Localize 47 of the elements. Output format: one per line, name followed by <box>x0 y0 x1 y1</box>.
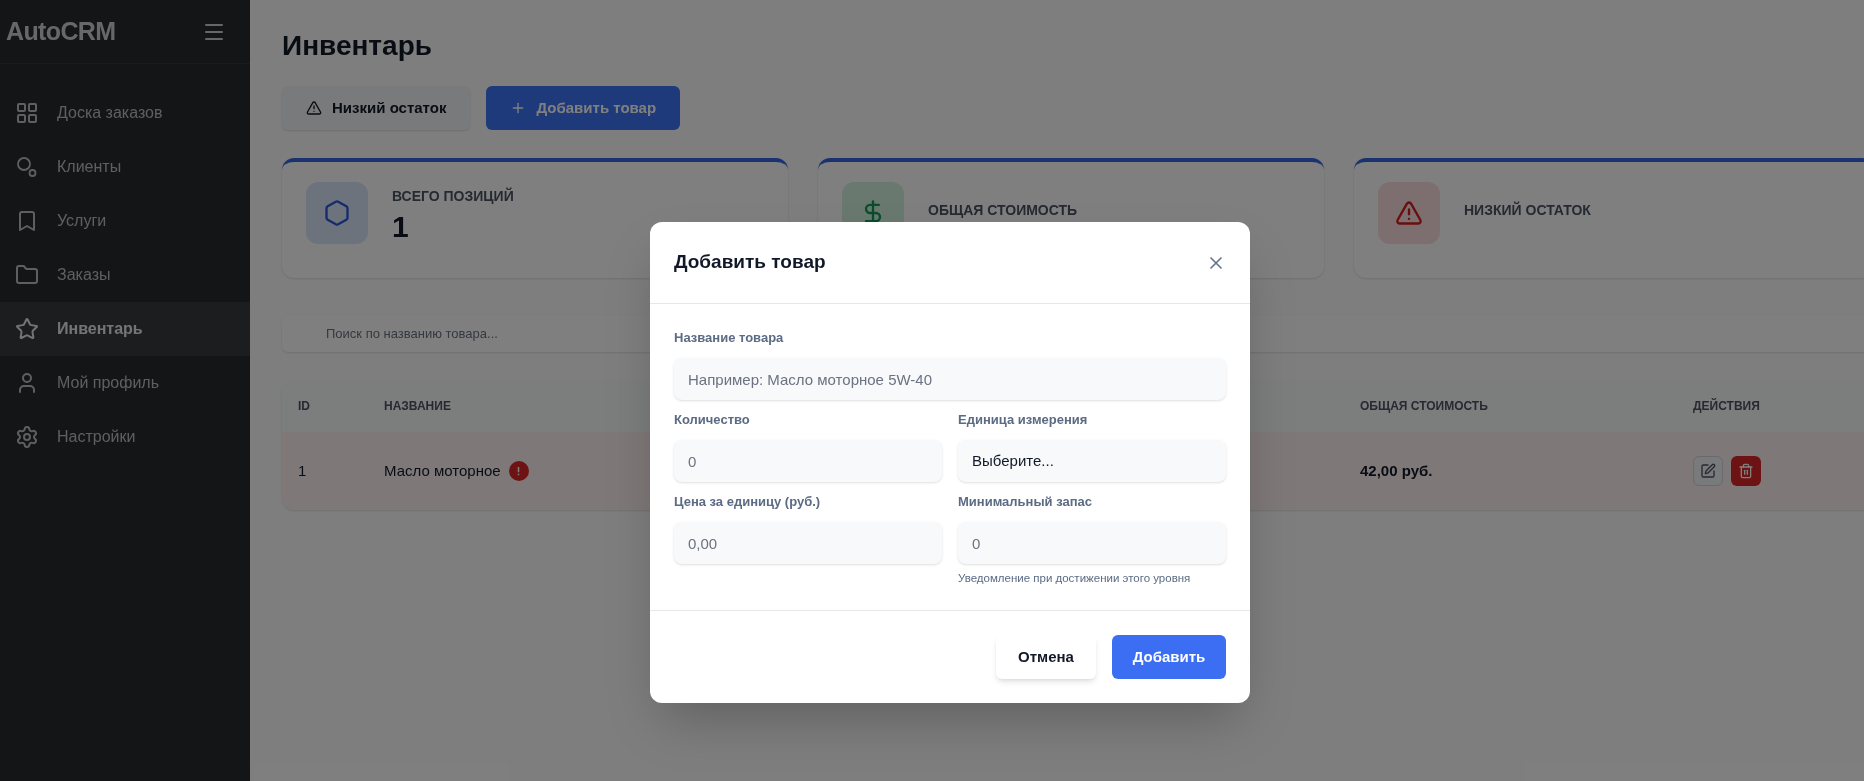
low-stock-button[interactable]: Низкий остаток <box>282 86 471 130</box>
sidebar-item[interactable]: Инвентарь <box>0 302 250 356</box>
app-logo: AutoCRM <box>6 15 116 47</box>
grid-icon <box>15 101 39 125</box>
input-field[interactable]: 0 <box>958 522 1226 564</box>
edit-button[interactable] <box>1693 456 1723 486</box>
column-header: ДЕЙСТВИЯ <box>1692 397 1761 415</box>
page-title: Инвентарь <box>282 29 433 63</box>
column-header: НАЗВАНИЕ <box>383 398 452 415</box>
input-field[interactable]: 0,00 <box>674 522 942 564</box>
stat-label: ОБЩАЯ СТОИМОСТЬ <box>928 201 1078 220</box>
delete-button[interactable] <box>1731 456 1761 486</box>
trash-icon <box>1738 463 1754 479</box>
dialog-title: Добавить товар <box>674 250 826 275</box>
unit-select[interactable]: Выберите... <box>958 440 1226 482</box>
table-cell-text: Масло моторное <box>384 460 501 481</box>
sidebar-item[interactable]: Настройки <box>0 410 250 464</box>
column-header: ID <box>297 398 311 415</box>
field-label: Минимальный запас <box>958 493 1093 511</box>
column-header: ОБЩАЯ СТОИМОСТЬ <box>1359 398 1489 415</box>
stat-label: НИЗКИЙ ОСТАТОК <box>1464 200 1591 220</box>
sidebar-item[interactable]: Заказы <box>0 248 250 302</box>
sidebar-item[interactable]: Клиенты <box>0 140 250 194</box>
settings-icon <box>15 425 39 449</box>
sidebar-item[interactable]: Мой профиль <box>0 356 250 410</box>
add-button[interactable]: Добавить <box>1112 635 1226 679</box>
sidebar-item[interactable]: Услуги <box>0 194 250 248</box>
field-hint: Уведомление при достижении этого уровня <box>958 571 1192 586</box>
sidebar-item[interactable]: Доска заказов <box>0 86 250 140</box>
table-cell-text: 1 <box>297 460 308 481</box>
stat-label: ВСЕГО ПОЗИЦИЙ <box>392 186 514 206</box>
input-field[interactable]: Например: Масло моторное 5W-40 <box>674 358 1226 400</box>
input-field[interactable]: 0 <box>674 440 942 482</box>
warning-icon <box>1378 182 1440 244</box>
star-icon <box>15 317 39 341</box>
stat-value: 1 <box>392 209 410 245</box>
cancel-button[interactable]: Отмена <box>996 635 1096 679</box>
folder-icon <box>15 263 39 287</box>
add-item-button[interactable]: Добавить товар <box>486 86 681 130</box>
field-label: Цена за единицу (руб.) <box>674 493 822 511</box>
table-cell-text: 42,00 руб. <box>1359 460 1434 481</box>
field-label: Единица измерения <box>958 411 1089 429</box>
warning-icon <box>306 100 322 116</box>
edit-icon <box>1700 463 1716 479</box>
clients-icon <box>15 155 39 179</box>
field-label: Название товара <box>674 329 785 347</box>
field-label: Количество <box>674 411 751 429</box>
